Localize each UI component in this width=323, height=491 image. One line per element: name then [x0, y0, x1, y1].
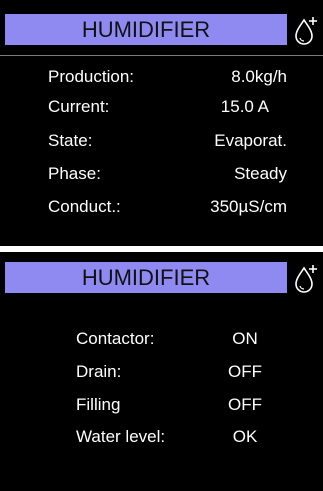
row-current: Current: 15.0 A [0, 96, 323, 118]
humidifier-io-screen: HUMIDIFIER Contactor: ON Drain: OFF Fill… [0, 252, 323, 491]
drain-value: OFF [228, 362, 262, 381]
water-level-value: OK [232, 427, 258, 446]
display-panels: HUMIDIFIER Production: 8.0kg/h Current: … [0, 0, 323, 491]
filling-label: Filling [76, 395, 121, 414]
row-phase: Phase: Steady [0, 163, 323, 185]
screen-title: HUMIDIFIER [81, 264, 211, 290]
row-filling: Filling OFF [0, 394, 323, 416]
title-bar: HUMIDIFIER [5, 14, 287, 45]
production-value: 8.0kg/h [231, 67, 287, 86]
current-value: 15.0 A [220, 97, 269, 116]
row-conductivity: Conduct.: 350µS/cm [0, 196, 323, 218]
state-value: Evaporat. [214, 131, 287, 150]
humidifier-status-screen: HUMIDIFIER Production: 8.0kg/h Current: … [0, 0, 323, 246]
production-label: Production: [48, 67, 134, 86]
row-state: State: Evaporat. [0, 130, 323, 152]
filling-value: OFF [228, 395, 262, 414]
row-contactor: Contactor: ON [0, 328, 323, 350]
row-drain: Drain: OFF [0, 361, 323, 383]
current-label: Current: [48, 97, 110, 116]
row-water-level: Water level: OK [0, 426, 323, 448]
state-label: State: [48, 131, 93, 150]
drain-label: Drain: [76, 362, 122, 381]
divider [0, 55, 323, 56]
screen-title: HUMIDIFIER [81, 16, 211, 42]
water-drop-plus-icon [295, 265, 317, 293]
conductivity-label: Conduct.: [48, 197, 121, 216]
water-drop-plus-icon [295, 17, 317, 45]
row-production: Production: 8.0kg/h [0, 66, 323, 88]
phase-label: Phase: [48, 164, 101, 183]
contactor-value: ON [232, 329, 258, 348]
water-level-label: Water level: [76, 427, 166, 446]
title-bar: HUMIDIFIER [5, 262, 287, 293]
phase-value: Steady [234, 164, 287, 183]
contactor-label: Contactor: [76, 329, 155, 348]
conductivity-value: 350µS/cm [210, 197, 287, 216]
